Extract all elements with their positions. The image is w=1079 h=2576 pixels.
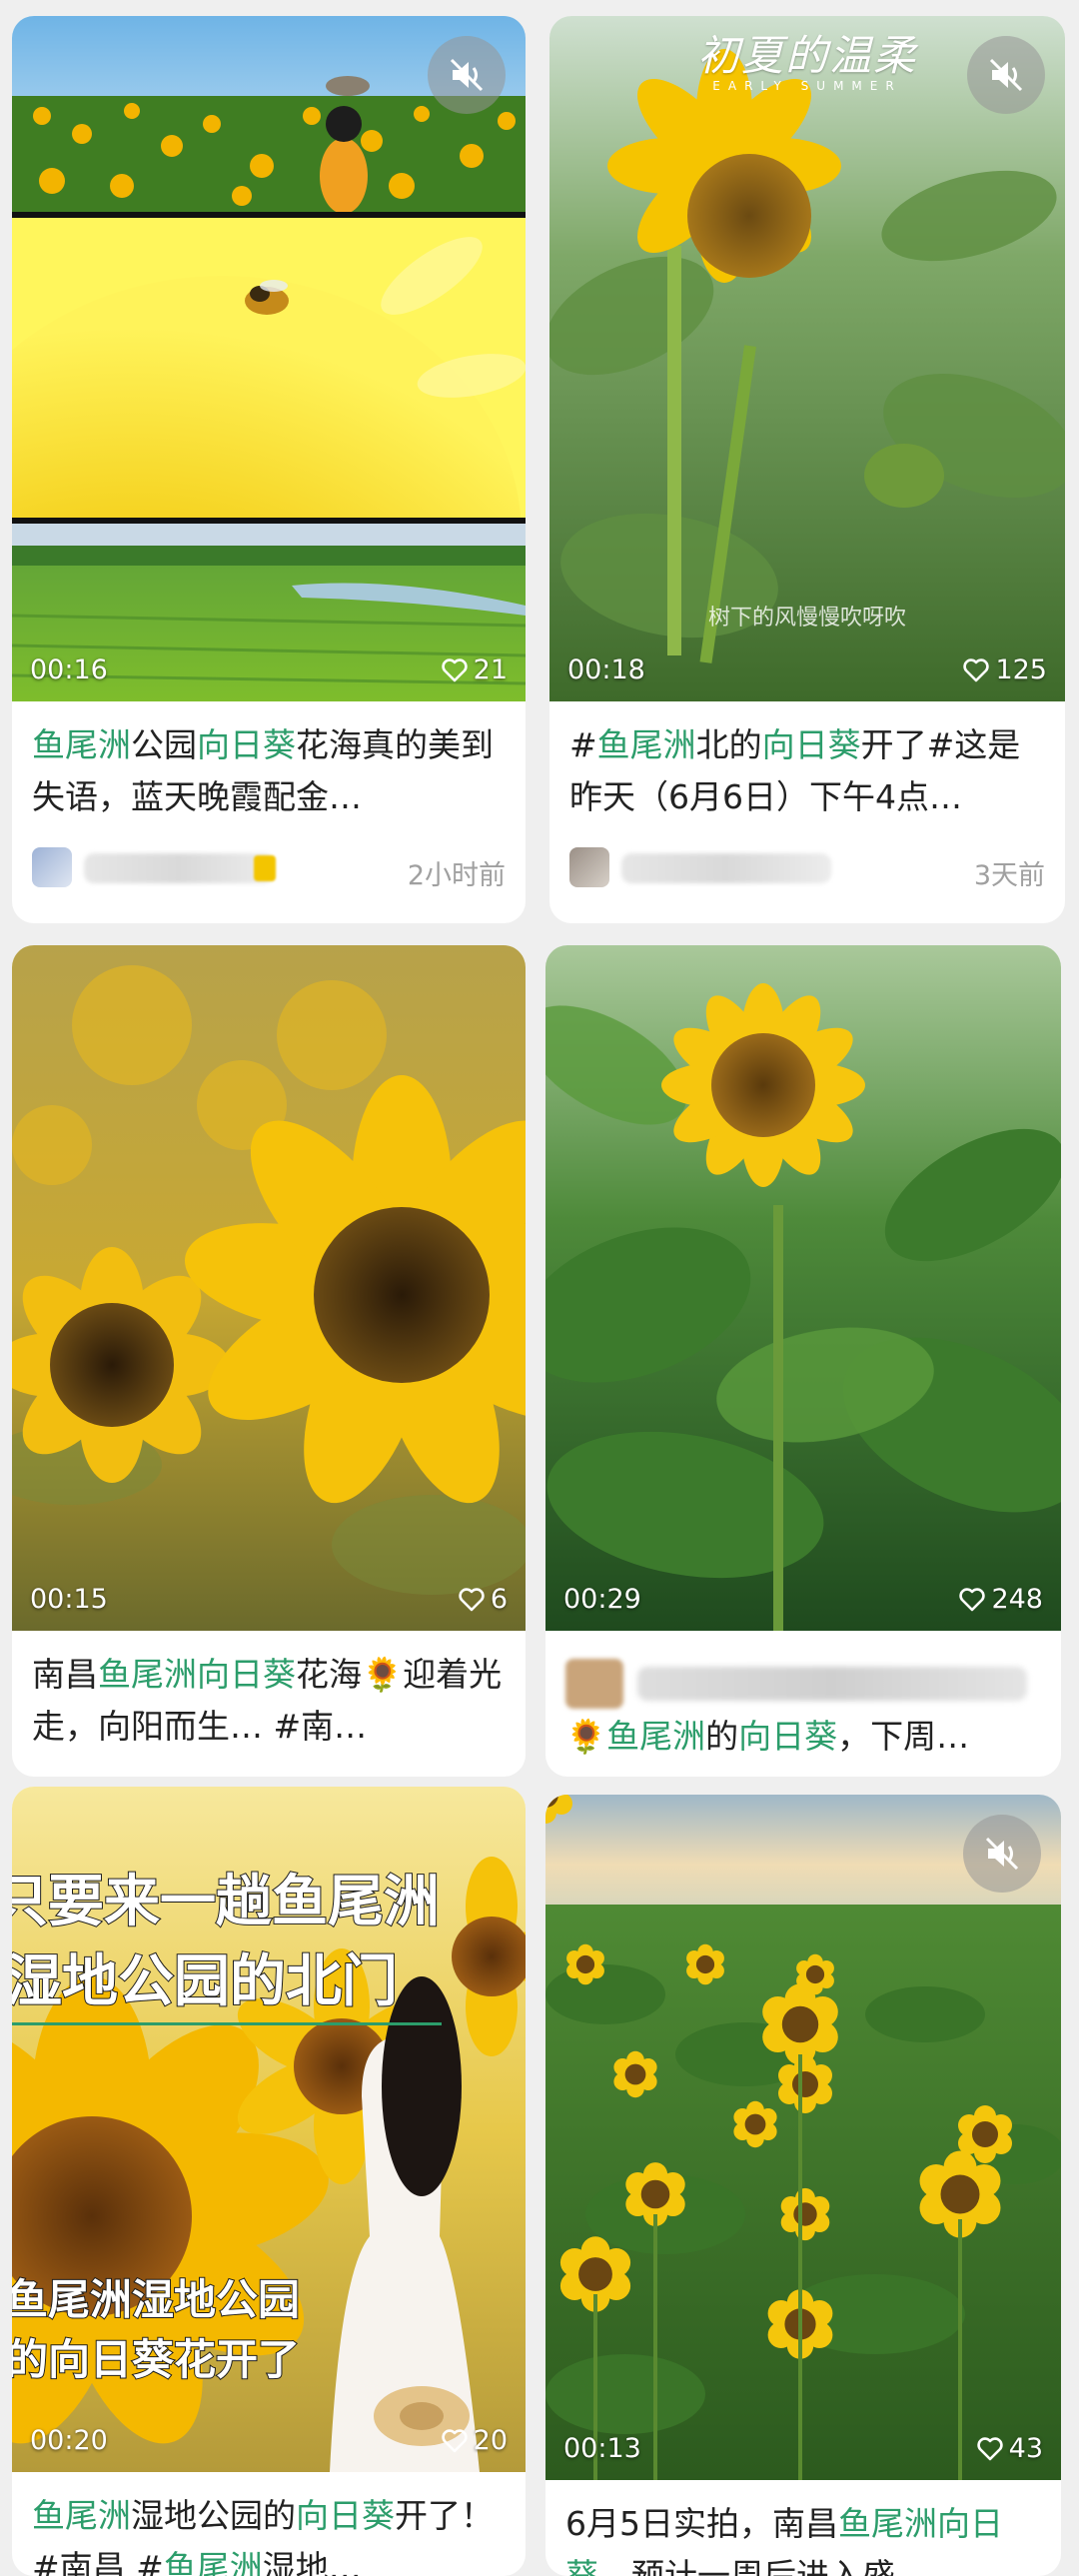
overlay-text-3: 鱼尾洲湿地公园 — [12, 2274, 301, 2325]
sunflower-collage-image — [12, 16, 526, 701]
overlay-text-4: 的向日葵花开了 — [12, 2334, 301, 2385]
like-number: 248 — [991, 1584, 1043, 1615]
heart-icon — [459, 1588, 485, 1612]
like-count[interactable]: 20 — [441, 2425, 508, 2456]
post-title[interactable]: 南昌鱼尾洲向日葵花海🌻迎着光走，向阳而生… #南… — [32, 1649, 506, 1753]
mute-button[interactable] — [428, 36, 506, 114]
heart-icon — [441, 2429, 468, 2453]
feed-card-4[interactable]: 00:29 248 🌻鱼尾洲的向日葵，下周… — [545, 945, 1061, 1777]
video-thumbnail[interactable]: 只要来一趟鱼尾洲 湿地公园的北门 鱼尾洲湿地公园 的向日葵花开了 00:20 2… — [12, 1787, 526, 2472]
like-number: 43 — [1008, 2433, 1043, 2464]
video-duration: 00:16 — [30, 654, 108, 685]
author-meta: 2小时前 — [32, 841, 506, 897]
author-avatar[interactable] — [569, 847, 609, 887]
post-title[interactable]: 6月5日实拍，南昌鱼尾洲向日葵，预计一周后进入盛… — [565, 2498, 1041, 2576]
post-title[interactable]: #鱼尾洲北的向日葵开了#这是昨天（6月6日）下午4点… — [569, 719, 1045, 823]
like-number: 21 — [473, 654, 508, 685]
video-thumbnail[interactable]: 00:13 43 — [545, 1795, 1061, 2480]
post-title[interactable]: 鱼尾洲湿地公园的向日葵开了！ #南昌 #鱼尾洲湿地… — [32, 2490, 506, 2576]
mute-icon — [985, 1837, 1019, 1871]
sunflower-emoji: 🌻 — [565, 1717, 607, 1756]
author-meta: 3天前 — [569, 841, 1045, 897]
sunflower-emoji: 🌻 — [362, 1655, 404, 1694]
like-count[interactable]: 125 — [963, 655, 1047, 685]
feed-card-6[interactable]: 00:13 43 6月5日实拍，南昌鱼尾洲向日葵，预计一周后进入盛… — [545, 1795, 1061, 2576]
video-thumbnail[interactable]: 初夏的温柔 EARLY SUMMER 树下的风慢慢吹呀吹 00:18 125 — [549, 16, 1065, 701]
mute-button[interactable] — [967, 36, 1045, 114]
mute-icon — [450, 58, 484, 92]
heart-icon — [959, 1588, 986, 1612]
blurred-thumb — [565, 1659, 623, 1709]
like-count[interactable]: 6 — [459, 1585, 508, 1615]
heart-icon — [963, 658, 990, 682]
video-thumbnail[interactable]: 00:15 6 — [12, 945, 526, 1631]
post-title[interactable]: 鱼尾洲公园向日葵花海真的美到失语，蓝天晚霞配金… — [32, 719, 506, 823]
sunflower-field-image — [545, 1795, 1061, 2480]
video-thumbnail[interactable]: 00:29 248 — [545, 945, 1061, 1631]
author-name-blurred[interactable] — [84, 853, 274, 883]
post-time: 3天前 — [973, 860, 1045, 891]
feed-card-1[interactable]: 00:16 21 鱼尾洲公园向日葵花海真的美到失语，蓝天晚霞配金… 2小时前 — [12, 16, 526, 923]
like-number: 20 — [473, 2425, 508, 2456]
sunflower-leaves-image — [545, 945, 1061, 1631]
mute-button[interactable] — [963, 1815, 1041, 1893]
overlay-divider — [12, 2022, 442, 2025]
like-number: 6 — [490, 1584, 508, 1615]
video-duration: 00:13 — [563, 2433, 641, 2464]
like-count[interactable]: 21 — [441, 654, 508, 685]
mute-icon — [989, 58, 1023, 92]
like-number: 125 — [995, 654, 1047, 685]
video-duration: 00:29 — [563, 1584, 641, 1615]
like-count[interactable]: 248 — [959, 1585, 1043, 1615]
like-count[interactable]: 43 — [976, 2433, 1043, 2464]
feed-card-3[interactable]: 00:15 6 南昌鱼尾洲向日葵花海🌻迎着光走，向阳而生… #南… — [12, 945, 526, 1777]
video-caption: 树下的风慢慢吹呀吹 — [707, 606, 906, 631]
author-name-blurred[interactable] — [621, 853, 831, 883]
video-thumbnail[interactable]: 00:16 21 — [12, 16, 526, 701]
sunflower-blur-image — [12, 945, 526, 1631]
blurred-text — [637, 1667, 1027, 1701]
post-title[interactable]: 🌻鱼尾洲的向日葵，下周… — [565, 1711, 1041, 1765]
heart-icon — [441, 658, 468, 682]
overlay-text-1: 只要来一趟鱼尾洲 — [12, 1868, 441, 1935]
video-duration: 00:18 — [567, 654, 645, 685]
post-time: 2小时前 — [407, 860, 506, 891]
title-blurred-line[interactable] — [565, 1653, 1035, 1709]
author-avatar[interactable] — [32, 847, 72, 887]
heart-icon — [976, 2437, 1003, 2461]
author-badge — [254, 855, 276, 881]
feed-card-2[interactable]: 初夏的温柔 EARLY SUMMER 树下的风慢慢吹呀吹 00:18 125 #… — [549, 16, 1065, 923]
feed-card-5[interactable]: 只要来一趟鱼尾洲 湿地公园的北门 鱼尾洲湿地公园 的向日葵花开了 00:20 2… — [12, 1787, 526, 2576]
video-duration: 00:20 — [30, 2425, 108, 2456]
video-duration: 00:15 — [30, 1584, 108, 1615]
overlay-text-2: 湿地公园的北门 — [12, 1947, 399, 2015]
